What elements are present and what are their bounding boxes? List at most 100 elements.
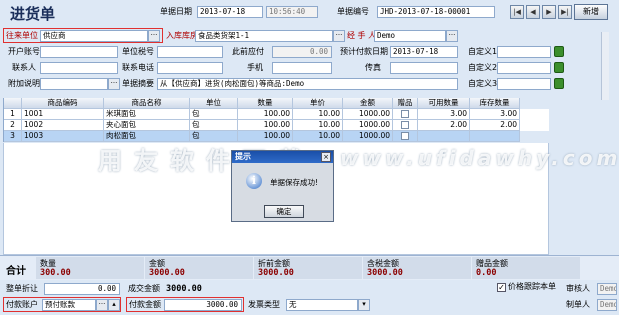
handler-input[interactable]: Demo — [374, 30, 446, 42]
custom1-input[interactable] — [497, 46, 551, 58]
gift-checkbox[interactable] — [401, 132, 409, 140]
phone-input[interactable] — [157, 62, 223, 74]
nav-next-button[interactable]: ▶ — [542, 5, 556, 19]
ok-button[interactable]: 确定 — [264, 205, 304, 218]
cell-gift[interactable] — [393, 120, 418, 131]
totals-label: 合计 — [6, 266, 26, 277]
cell-name[interactable]: 米琪面包 — [104, 109, 190, 120]
pay-account-dropdown-icon[interactable]: ▴ — [108, 299, 120, 311]
paydate-input[interactable]: 2013-07-18 — [390, 46, 458, 58]
discount-input[interactable]: 0.00 — [44, 283, 120, 295]
tax-input[interactable] — [157, 46, 223, 58]
supplier-lookup-button[interactable]: ··· — [148, 30, 160, 42]
nav-last-button[interactable]: ▶| — [558, 5, 572, 19]
cell-price[interactable]: 10.00 — [293, 109, 343, 120]
gift-amount-value: 0.00 — [476, 268, 497, 278]
gift-checkbox[interactable] — [401, 110, 409, 118]
note-lookup-button[interactable]: ··· — [108, 78, 120, 90]
dialog-message: 单据保存成功! — [270, 178, 319, 187]
payable-input: 0.00 — [272, 46, 332, 58]
pay-account-label: 付款账户 — [6, 300, 38, 309]
cell-unit[interactable]: 包 — [190, 120, 238, 131]
col-header-available[interactable]: 可用数量 — [418, 98, 470, 109]
custom1-picker-icon[interactable] — [554, 46, 564, 57]
note-label: 附加说明 — [8, 79, 40, 88]
custom2-picker-icon[interactable] — [554, 62, 564, 73]
bill-no-label: 单据编号 — [337, 7, 369, 16]
col-header-code[interactable]: 商品编码 — [22, 98, 104, 109]
row-index: 3 — [4, 131, 22, 142]
custom2-input[interactable] — [497, 62, 551, 74]
gift-checkbox[interactable] — [401, 121, 409, 129]
handler-lookup-button[interactable]: ··· — [446, 30, 458, 42]
cell-amount[interactable]: 1000.00 — [343, 131, 393, 142]
cell-gift[interactable] — [393, 109, 418, 120]
cell-amount[interactable]: 1000.00 — [343, 109, 393, 120]
table-row[interactable]: 1 1001 米琪面包 包 100.00 10.00 1000.00 3.00 … — [4, 109, 549, 120]
cell-qty[interactable]: 100.00 — [238, 109, 293, 120]
row-index: 1 — [4, 109, 22, 120]
cell-gift[interactable] — [393, 131, 418, 142]
pay-amount-input[interactable]: 3000.00 — [164, 299, 242, 311]
custom2-label: 自定义2 — [468, 63, 498, 72]
warehouse-input[interactable]: 食品类货架1-1 — [195, 30, 333, 42]
cell-unit[interactable]: 包 — [190, 109, 238, 120]
summary-input[interactable]: 从【供应商】进货(肉松面包)等商品:Demo — [157, 78, 458, 90]
cell-stock: 3.00 — [470, 109, 520, 120]
custom3-label: 自定义3 — [468, 79, 498, 88]
col-header-name[interactable]: 商品名称 — [104, 98, 190, 109]
fax-label: 传真 — [365, 63, 381, 72]
form-scrollbar[interactable] — [601, 32, 609, 100]
cell-code[interactable]: 1002 — [22, 120, 104, 131]
pay-amount-label: 付款金额 — [129, 300, 161, 309]
supplier-input[interactable]: 供应商 — [40, 30, 148, 42]
cell-price[interactable]: 10.00 — [293, 120, 343, 131]
date-label: 单据日期 — [160, 7, 192, 16]
cell-name[interactable]: 夹心面包 — [104, 120, 190, 131]
account-input[interactable] — [40, 46, 118, 58]
contact-label: 联系人 — [12, 63, 36, 72]
note-input[interactable] — [40, 78, 108, 90]
maker-input: Demo — [597, 299, 617, 311]
mobile-input[interactable] — [272, 62, 332, 74]
cell-available — [418, 131, 470, 142]
nav-prev-button[interactable]: ◀ — [526, 5, 540, 19]
goods-table: 商品编码 商品名称 单位 数量 单价 金额 赠品 可用数量 库存数量 1 100… — [3, 98, 549, 142]
contact-input[interactable] — [40, 62, 118, 74]
col-header-amount[interactable]: 金额 — [343, 98, 393, 109]
custom3-input[interactable] — [497, 78, 551, 90]
new-button[interactable]: 新增 — [574, 4, 608, 20]
reviewer-input: Demo — [597, 283, 617, 295]
cell-code[interactable]: 1003 — [22, 131, 104, 142]
custom3-picker-icon[interactable] — [554, 78, 564, 89]
cell-amount[interactable]: 1000.00 — [343, 120, 393, 131]
warehouse-label: 入库库房 — [166, 31, 198, 40]
close-icon[interactable]: × — [321, 152, 331, 162]
col-header-gift[interactable]: 赠品 — [393, 98, 418, 109]
cell-code[interactable]: 1001 — [22, 109, 104, 120]
account-label: 开户账号 — [8, 47, 40, 56]
chevron-down-icon[interactable]: ▾ — [358, 299, 370, 311]
col-header-price[interactable]: 单价 — [293, 98, 343, 109]
col-header-stock[interactable]: 库存数量 — [470, 98, 520, 109]
discount-label: 整单折让 — [6, 284, 38, 293]
table-header: 商品编码 商品名称 单位 数量 单价 金额 赠品 可用数量 库存数量 — [4, 98, 549, 109]
maker-label: 制单人 — [566, 300, 590, 309]
custom1-label: 自定义1 — [468, 47, 498, 56]
nav-first-button[interactable]: |◀ — [510, 5, 524, 19]
warehouse-lookup-button[interactable]: ··· — [333, 30, 345, 42]
fax-input[interactable] — [390, 62, 458, 74]
cell-stock — [470, 131, 520, 142]
pay-account-input[interactable]: 预付账款 — [42, 299, 96, 311]
invoice-select[interactable]: 无 — [286, 299, 358, 311]
pay-account-lookup-button[interactable]: ··· — [96, 299, 108, 311]
pre-discount-value: 3000.00 — [258, 268, 294, 278]
time-input[interactable]: 10:56:40 — [266, 6, 318, 18]
track-cost-checkbox[interactable]: ✓ — [497, 283, 506, 292]
col-header-unit[interactable]: 单位 — [190, 98, 238, 109]
cell-qty[interactable]: 100.00 — [238, 120, 293, 131]
col-header-qty[interactable]: 数量 — [238, 98, 293, 109]
bill-no-input[interactable]: JHD-2013-07-18-00001 — [377, 6, 495, 18]
table-row[interactable]: 2 1002 夹心面包 包 100.00 10.00 1000.00 2.00 … — [4, 120, 549, 131]
date-input[interactable]: 2013-07-18 — [197, 6, 263, 18]
